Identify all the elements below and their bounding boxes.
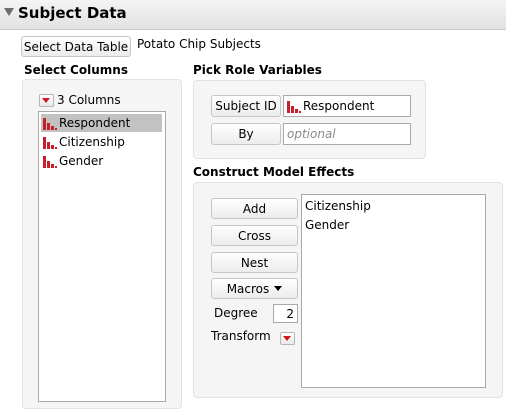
by-button[interactable]: By: [211, 123, 281, 145]
red-triangle-menu-icon[interactable]: [39, 93, 54, 107]
degree-input[interactable]: 2: [273, 304, 298, 323]
columns-list[interactable]: Respondent Citizenship Gender: [38, 111, 166, 402]
add-button[interactable]: Add: [211, 198, 298, 219]
macros-button[interactable]: Macros: [211, 278, 298, 299]
subject-id-field[interactable]: Respondent: [283, 95, 411, 117]
red-triangle-menu-icon[interactable]: [280, 332, 295, 345]
column-item-gender[interactable]: Gender: [41, 152, 162, 170]
data-table-name: Potato Chip Subjects: [137, 37, 261, 51]
effect-item-citizenship[interactable]: Citizenship: [305, 197, 371, 215]
outline-header: Subject Data: [0, 0, 506, 30]
by-field[interactable]: optional: [283, 123, 411, 145]
pick-role-heading: Pick Role Variables: [193, 63, 322, 77]
column-item-respondent[interactable]: Respondent: [41, 114, 162, 132]
cross-button[interactable]: Cross: [211, 225, 298, 246]
nest-button[interactable]: Nest: [211, 252, 298, 273]
dropdown-arrow-icon: [274, 286, 283, 291]
degree-label: Degree: [214, 306, 258, 320]
model-effects-panel: Add Cross Nest Macros Degree 2 Transform…: [193, 182, 503, 398]
select-data-table-button[interactable]: Select Data Table: [21, 36, 131, 57]
model-effects-heading: Construct Model Effects: [193, 165, 355, 179]
columns-count-row: 3 Columns: [39, 93, 121, 107]
role-variables-panel: Subject ID Respondent By optional: [193, 80, 426, 159]
outline-title: Subject Data: [18, 4, 127, 22]
columns-count-label: 3 Columns: [57, 93, 121, 107]
model-effects-list[interactable]: Citizenship Gender: [301, 194, 486, 388]
macros-label: Macros: [226, 281, 270, 296]
subject-id-button[interactable]: Subject ID: [211, 95, 281, 117]
select-columns-heading: Select Columns: [24, 63, 128, 77]
disclosure-triangle-icon[interactable]: [4, 8, 14, 16]
column-item-citizenship[interactable]: Citizenship: [41, 133, 162, 151]
nominal-column-icon: [43, 155, 57, 168]
select-columns-panel: 3 Columns Respondent Citizenship Gender: [22, 79, 182, 409]
transform-label: Transform: [211, 329, 271, 343]
continuous-column-icon: [43, 117, 57, 130]
transform-menu[interactable]: [280, 331, 295, 345]
nominal-column-icon: [43, 136, 57, 149]
effect-item-gender[interactable]: Gender: [305, 216, 349, 234]
by-placeholder: optional: [287, 127, 336, 141]
continuous-column-icon: [287, 100, 301, 113]
